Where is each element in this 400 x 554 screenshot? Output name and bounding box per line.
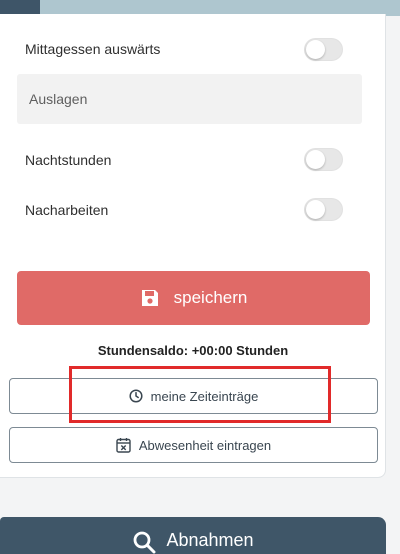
expenses-placeholder: Auslagen xyxy=(29,91,88,107)
add-absence-button[interactable]: Abwesenheit eintragen xyxy=(9,427,378,463)
save-icon xyxy=(140,288,160,308)
toggle-knob xyxy=(306,150,325,169)
search-icon xyxy=(132,530,156,554)
save-button-label: speichern xyxy=(173,288,248,307)
inspections-button[interactable]: Abnahmen xyxy=(0,517,386,554)
expenses-input[interactable]: Auslagen xyxy=(17,74,362,124)
night-hours-toggle[interactable] xyxy=(304,148,343,171)
lunch-away-toggle[interactable] xyxy=(304,38,343,61)
highlight-box xyxy=(69,366,331,423)
lunch-away-label: Mittagessen auswärts xyxy=(25,41,161,57)
hours-balance: Stundensaldo: +00:00 Stunden xyxy=(97,343,289,358)
add-absence-label: Abwesenheit eintragen xyxy=(138,437,272,453)
toggle-knob xyxy=(306,40,325,59)
night-hours-label: Nachtstunden xyxy=(25,152,112,168)
rework-label: Nacharbeiten xyxy=(25,202,109,218)
toggle-knob xyxy=(306,200,325,219)
inspections-label: Abnahmen xyxy=(166,530,254,550)
rework-toggle[interactable] xyxy=(304,198,343,221)
save-button[interactable]: speichern xyxy=(17,271,370,325)
calendar-x-icon xyxy=(116,437,131,453)
